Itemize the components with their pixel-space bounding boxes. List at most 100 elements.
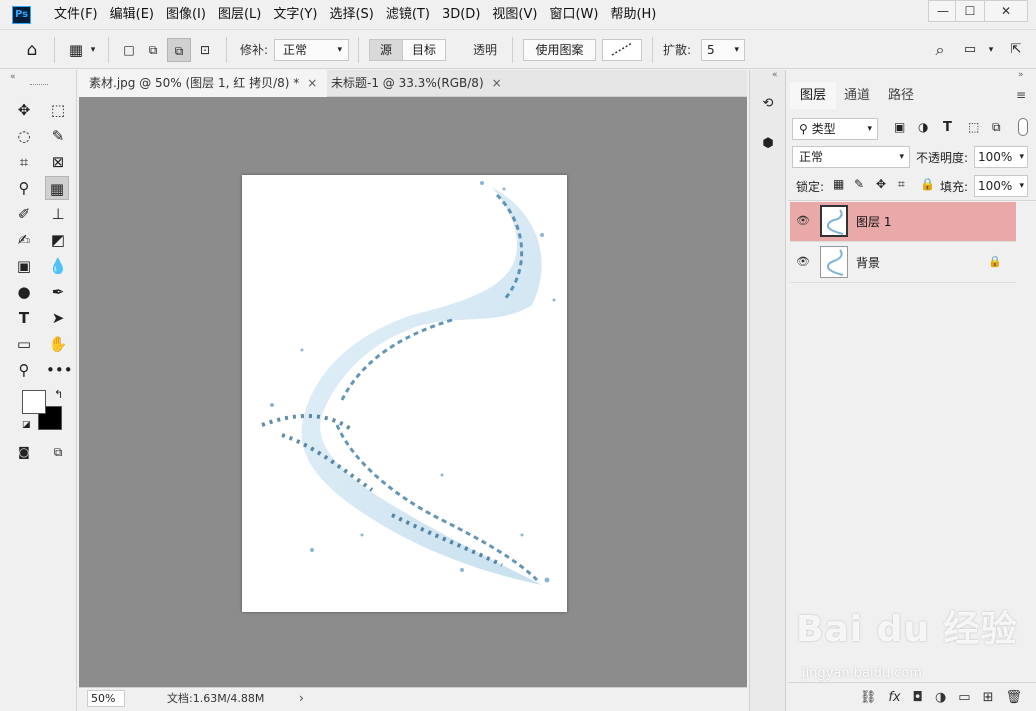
blur-tool-icon[interactable]: 💧 (46, 254, 70, 278)
tab-document-1[interactable]: 素材.jpg @ 50% (图层 1, 红 拷贝/8) * × (79, 70, 328, 97)
hand-tool-icon[interactable]: ✋ (46, 332, 70, 356)
type-tool-icon[interactable]: T (12, 306, 36, 330)
menu-item-2[interactable]: 图像(I) (160, 0, 212, 30)
history-panel-icon[interactable]: ⟲ (756, 92, 780, 116)
source-button[interactable]: 源 (369, 39, 403, 61)
tab-channels[interactable]: 通道 (834, 82, 880, 109)
close-tab-icon[interactable]: × (307, 76, 317, 90)
intersect-selection-icon[interactable]: ⊡ (193, 38, 217, 62)
menu-item-4[interactable]: 文字(Y) (267, 0, 323, 30)
filter-toggle[interactable] (1018, 118, 1028, 136)
patch-tool-icon[interactable]: ▦ (64, 38, 88, 62)
smart-object-filter-icon[interactable]: ⧉ (992, 120, 1001, 135)
adjustment-layer-icon[interactable]: ◑ (935, 690, 946, 705)
menu-item-7[interactable]: 3D(D) (436, 0, 486, 30)
layer-filter-select[interactable]: ⚲ 类型 ▾ (792, 118, 878, 140)
close-button[interactable]: ✕ (984, 0, 1028, 22)
fill-input[interactable]: 100% ▾ (974, 175, 1028, 197)
use-pattern-button[interactable]: 使用图案 (523, 39, 596, 61)
move-tool-icon[interactable]: ✥ (12, 98, 36, 122)
shape-filter-icon[interactable]: ⬚ (968, 120, 979, 134)
fx-icon[interactable]: fx (888, 690, 900, 705)
image-filter-icon[interactable]: ▣ (894, 120, 905, 134)
lock-pixels-icon[interactable]: ✎ (854, 177, 864, 191)
lasso-tool-icon[interactable]: ◌ (12, 124, 36, 148)
path-select-icon[interactable]: ➤ (46, 306, 70, 330)
menu-item-8[interactable]: 视图(V) (486, 0, 543, 30)
menu-item-5[interactable]: 选择(S) (323, 0, 379, 30)
maximize-button[interactable]: ☐ (955, 0, 985, 22)
rectangle-tool-icon[interactable]: ▭ (12, 332, 36, 356)
eraser-tool-icon[interactable]: ◩ (46, 228, 70, 252)
minimize-button[interactable]: — (928, 0, 958, 22)
target-button[interactable]: 目标 (402, 39, 446, 61)
collapse-icon[interactable]: « (772, 70, 778, 80)
menu-item-1[interactable]: 编辑(E) (104, 0, 160, 30)
opacity-input[interactable]: 100% ▾ (974, 146, 1028, 168)
layer-name[interactable]: 图层 1 (856, 202, 891, 242)
lock-artboard-icon[interactable]: ⌗ (898, 177, 905, 192)
quick-select-tool-icon[interactable]: ✎ (46, 124, 70, 148)
foreground-color-swatch[interactable] (22, 390, 46, 414)
tab-paths[interactable]: 路径 (878, 82, 924, 109)
lock-position-icon[interactable]: ✥ (876, 177, 886, 191)
status-arrow-icon[interactable]: › (299, 691, 304, 705)
blend-mode-select[interactable]: 正常 ▾ (792, 146, 910, 168)
brush-tool-icon[interactable]: ✐ (12, 202, 36, 226)
collapse-icon[interactable]: « (10, 72, 16, 82)
collapse-icon[interactable]: » (1018, 70, 1024, 80)
3d-panel-icon[interactable]: ⬢ (756, 132, 780, 156)
lock-transparent-icon[interactable]: ▦ (833, 177, 844, 191)
default-colors-icon[interactable]: ◪ (22, 420, 31, 430)
delete-layer-icon[interactable]: 🗑 (1005, 690, 1022, 705)
quick-mask-icon[interactable]: ◙ (12, 440, 36, 464)
patch-mode-select[interactable]: 正常 ▾ (274, 39, 349, 61)
layer-row-background[interactable]: 👁 背景 🔒 (790, 243, 1016, 283)
tab-document-2[interactable]: 未标题-1 @ 33.3%(RGB/8) × (321, 70, 512, 97)
share-icon[interactable]: ⇱ (1004, 38, 1028, 62)
close-tab-icon[interactable]: × (492, 76, 502, 90)
visibility-eye-icon[interactable]: 👁 (796, 255, 810, 268)
add-mask-icon[interactable]: ◘ (913, 690, 923, 705)
tab-layers[interactable]: 图层 (790, 82, 837, 109)
menu-item-0[interactable]: 文件(F) (48, 0, 104, 30)
menu-item-6[interactable]: 滤镜(T) (380, 0, 436, 30)
grip-icon[interactable] (30, 84, 48, 86)
new-group-icon[interactable]: ▭ (958, 690, 970, 705)
subtract-selection-icon[interactable]: ⧉ (167, 38, 191, 62)
more-tools-icon[interactable]: ••• (46, 358, 73, 382)
stamp-tool-icon[interactable]: ⊥ (46, 202, 70, 226)
zoom-field[interactable]: 50% (87, 690, 125, 707)
chevron-down-icon[interactable]: ▾ (86, 38, 100, 62)
canvas[interactable] (242, 175, 567, 612)
history-brush-icon[interactable]: ✍ (12, 228, 36, 252)
new-selection-icon[interactable]: □ (117, 38, 141, 62)
swap-colors-icon[interactable]: ↰ (54, 388, 63, 401)
dodge-tool-icon[interactable]: ● (12, 280, 36, 304)
link-layers-icon[interactable]: ⛓ (860, 690, 877, 705)
search-icon[interactable]: ⌕ (928, 38, 952, 62)
diffusion-select[interactable]: 5 ▾ (701, 39, 745, 61)
adjustment-filter-icon[interactable]: ◑ (918, 120, 928, 134)
type-filter-icon[interactable]: T (943, 120, 952, 135)
visibility-eye-icon[interactable]: 👁 (796, 214, 810, 227)
patch-tool-icon[interactable]: ▦ (45, 176, 69, 200)
gradient-tool-icon[interactable]: ▣ (12, 254, 36, 278)
crop-tool-icon[interactable]: ⌗ (12, 150, 36, 174)
workspace-chevron-icon[interactable]: ▾ (984, 38, 998, 62)
panel-menu-icon[interactable]: ≡ (1016, 88, 1026, 102)
zoom-tool-icon[interactable]: ⚲ (12, 358, 36, 382)
menu-item-3[interactable]: 图层(L) (212, 0, 267, 30)
home-icon[interactable]: ⌂ (20, 38, 44, 62)
new-layer-icon[interactable]: ⊞ (983, 690, 994, 705)
eyedropper-tool-icon[interactable]: ⚲ (12, 176, 36, 200)
layer-row-layer1[interactable]: 👁 图层 1 (790, 202, 1016, 242)
marquee-tool-icon[interactable]: ⬚ (46, 98, 70, 122)
pattern-picker[interactable] (602, 39, 642, 61)
add-selection-icon[interactable]: ⧉ (141, 38, 165, 62)
menu-item-10[interactable]: 帮助(H) (604, 0, 662, 30)
lock-all-icon[interactable]: 🔒 (920, 177, 935, 191)
screen-mode-icon[interactable]: ⧉ (46, 440, 70, 464)
menu-item-9[interactable]: 窗口(W) (543, 0, 604, 30)
pen-tool-icon[interactable]: ✒ (46, 280, 70, 304)
